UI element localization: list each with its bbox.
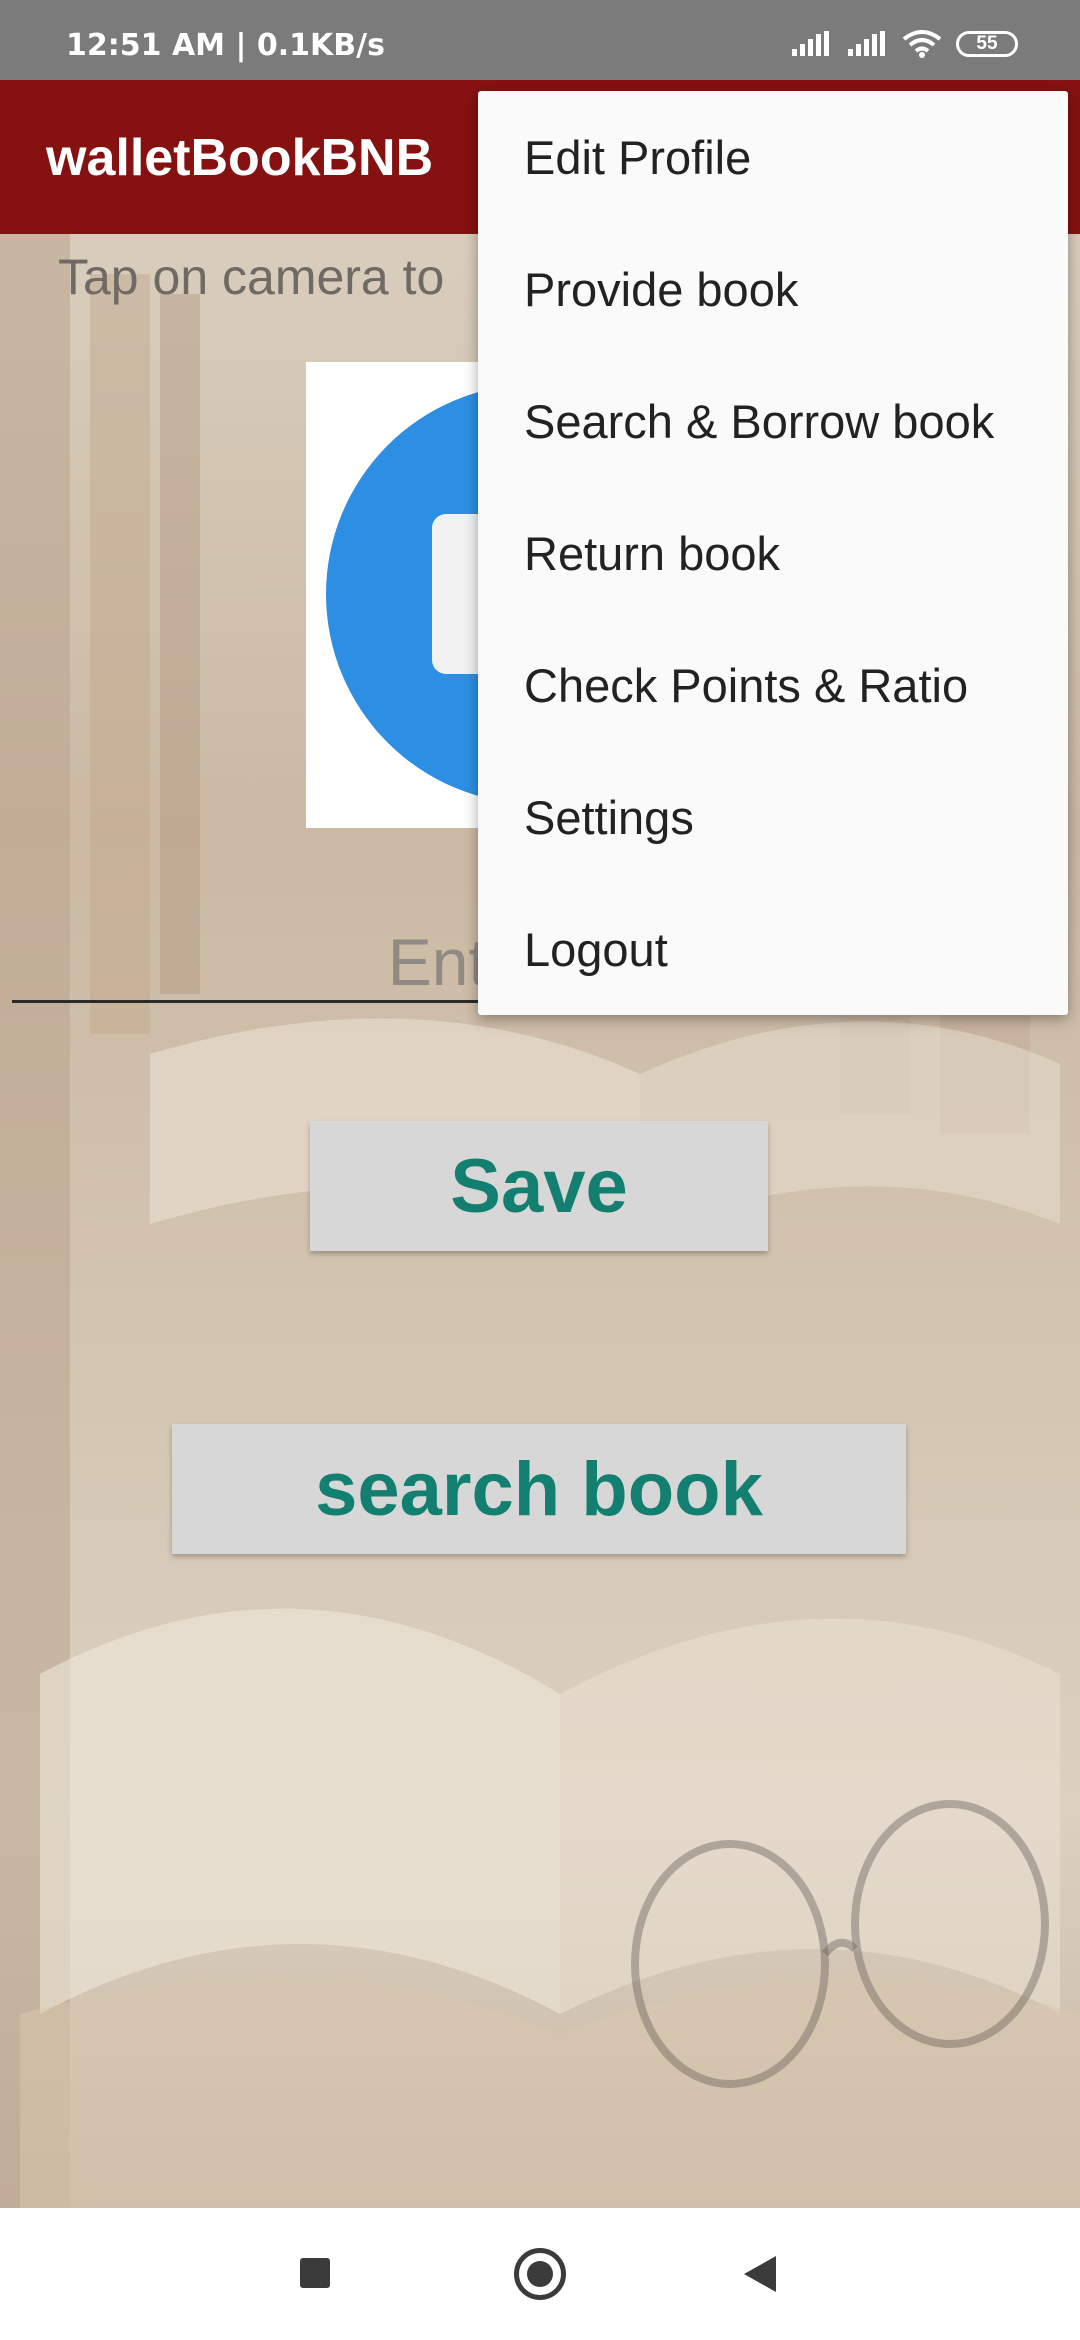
signal-icon — [792, 31, 829, 56]
home-icon-dot — [527, 2261, 553, 2287]
navigation-bar — [0, 2208, 1080, 2340]
battery-icon: 55 — [956, 31, 1018, 57]
camera-hint-text: Tap on camera to — [58, 249, 445, 305]
menu-item-edit-profile[interactable]: Edit Profile — [478, 91, 1068, 223]
search-book-button[interactable]: search book — [172, 1424, 906, 1554]
menu-item-settings[interactable]: Settings — [478, 751, 1068, 883]
signal-icon — [848, 31, 885, 56]
menu-item-logout[interactable]: Logout — [478, 883, 1068, 1015]
overflow-menu: Edit Profile Provide book Search & Borro… — [478, 91, 1068, 1015]
status-time: 12:51 AM | 0.1KB/s — [66, 28, 385, 63]
wifi-icon — [902, 30, 942, 58]
app-title: walletBookBNB — [46, 129, 434, 187]
recents-icon[interactable] — [300, 2258, 330, 2288]
menu-item-search-borrow-book[interactable]: Search & Borrow book — [478, 355, 1068, 487]
menu-item-check-points-ratio[interactable]: Check Points & Ratio — [478, 619, 1068, 751]
status-icons: 55 — [790, 30, 1018, 58]
menu-item-return-book[interactable]: Return book — [478, 487, 1068, 619]
save-button[interactable]: Save — [310, 1121, 768, 1251]
home-icon[interactable] — [514, 2248, 566, 2300]
status-bar: 12:51 AM | 0.1KB/s 55 — [0, 0, 1080, 80]
back-icon[interactable] — [744, 2256, 776, 2292]
menu-item-provide-book[interactable]: Provide book — [478, 223, 1068, 355]
